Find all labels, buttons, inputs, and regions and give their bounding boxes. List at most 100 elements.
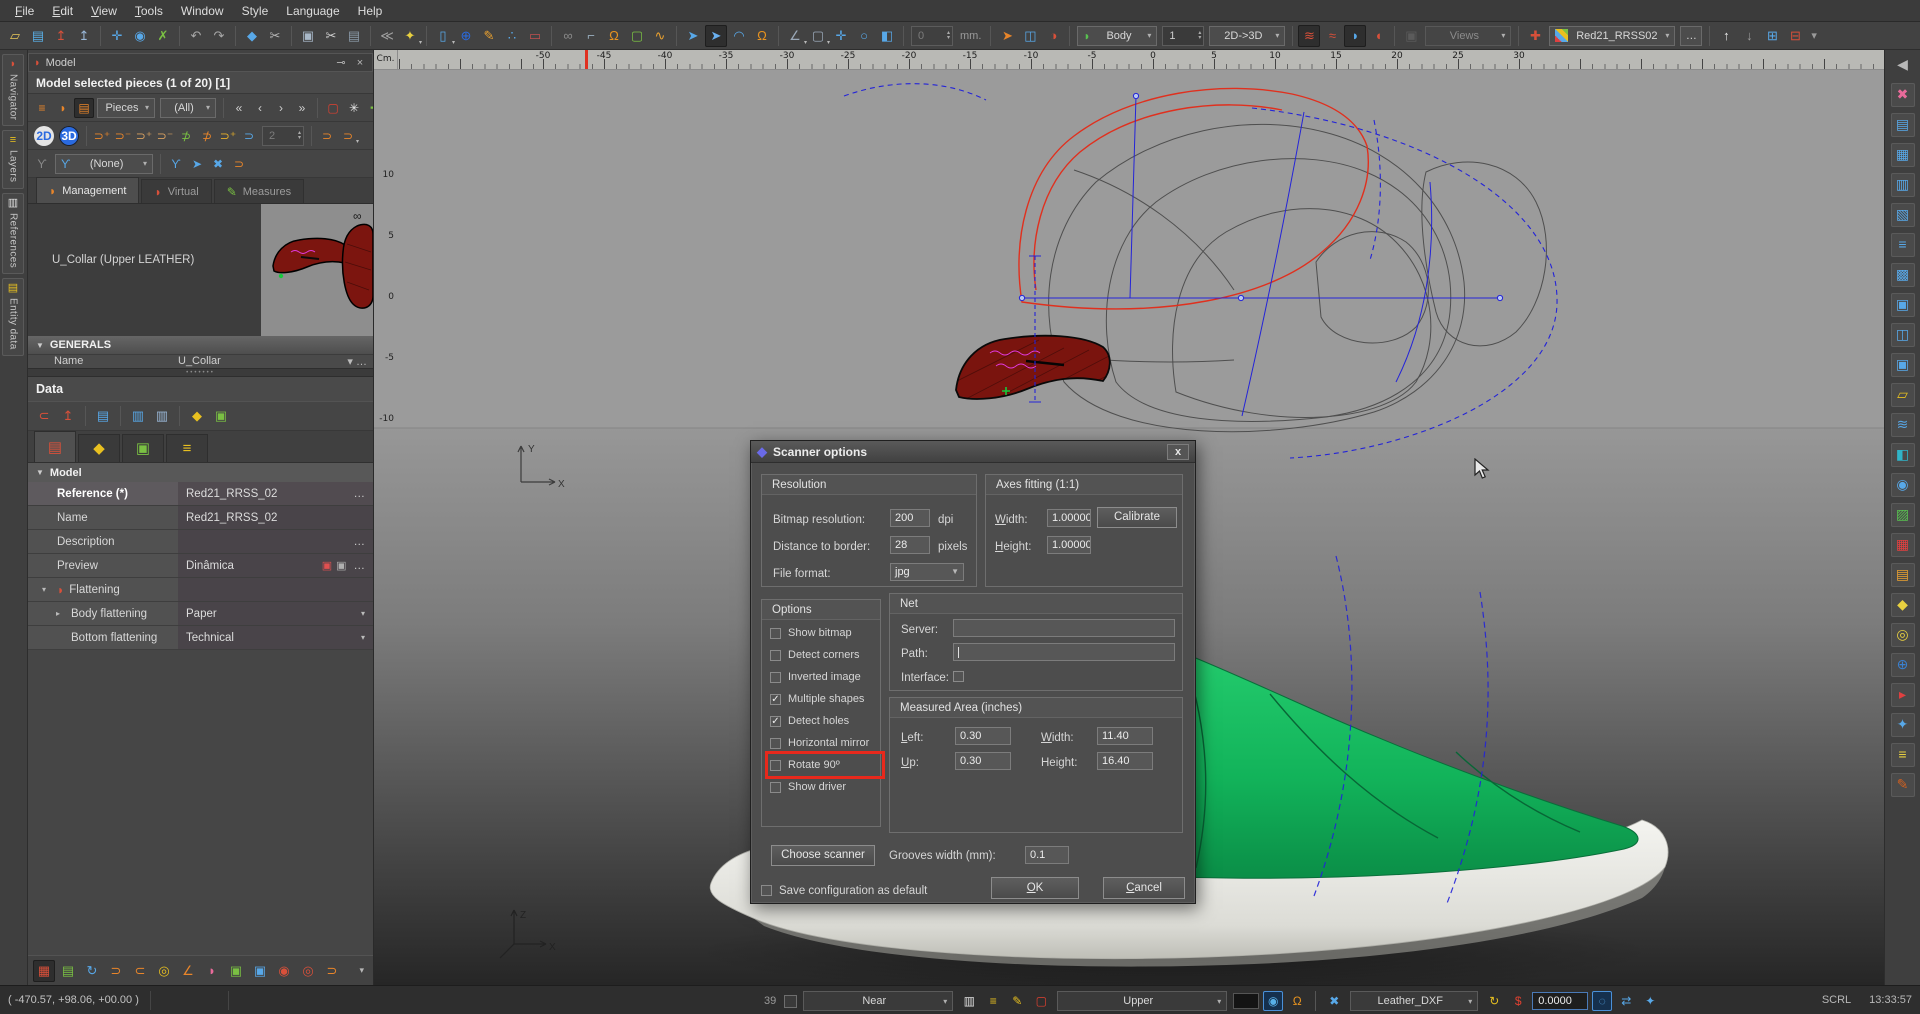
loop-icon[interactable]: ↻ <box>81 960 103 982</box>
tree-row-description[interactable]: Description… <box>28 530 373 554</box>
sidebar-tab-entity-data[interactable]: ▤Entity data <box>2 278 24 356</box>
select-pointer-icon[interactable]: ➤ <box>705 25 727 47</box>
preview-option-icon[interactable]: ▣ <box>322 559 332 572</box>
body-dropdown[interactable]: ◗Body▾ <box>1077 26 1157 46</box>
measured-width-input[interactable]: 11.40 <box>1097 727 1153 745</box>
panel-splitter[interactable]: ••••••• <box>28 368 373 377</box>
first-piece-icon[interactable]: « <box>229 98 249 118</box>
near-dropdown[interactable]: Near▾ <box>803 991 953 1011</box>
save-piece-cloud-icon[interactable]: ↥ <box>73 25 95 47</box>
upper-dropdown[interactable]: Upper▾ <box>1057 991 1227 1011</box>
marquee-options-icon[interactable]: ▢▾ <box>807 25 829 47</box>
ruler-add-icon[interactable]: ▯▾ <box>432 25 454 47</box>
duplicate-piece-icon[interactable]: ⊃⁺ <box>218 126 238 146</box>
tab-management[interactable]: ◗ Management <box>36 177 139 203</box>
dialog-close-button[interactable]: x <box>1167 444 1189 460</box>
piece-flip-icon[interactable]: ◑ <box>1042 25 1064 47</box>
lock-icon[interactable]: Ω <box>751 25 773 47</box>
save-icon[interactable]: ▤ <box>27 25 49 47</box>
snap-circle-icon[interactable]: ◌ <box>1592 991 1612 1011</box>
nodes-icon[interactable]: ∴ <box>501 25 523 47</box>
annotate-icon[interactable]: ✎ <box>1007 991 1027 1011</box>
measure-add-icon[interactable]: ▭ <box>524 25 546 47</box>
copy-icon[interactable]: ▣ <box>297 25 319 47</box>
layer2-tool-icon[interactable]: ≡ <box>1891 743 1915 767</box>
delete-tool-icon[interactable]: ▦ <box>1891 533 1915 557</box>
measure-tools-icon[interactable]: ✗ <box>152 25 174 47</box>
paste-up-icon[interactable]: ▥ <box>151 405 173 427</box>
checkbox-inverted-image[interactable]: Inverted image <box>770 668 880 686</box>
menu-file[interactable]: File <box>6 2 43 20</box>
expander-icon[interactable]: ▾ <box>42 585 52 594</box>
selection-box-icon[interactable]: ▢ <box>1031 991 1051 1011</box>
flatten-icon[interactable]: ≋ <box>1298 25 1320 47</box>
last-piece-icon[interactable]: » <box>292 98 312 118</box>
shoe-next-icon[interactable]: ⊃ <box>105 960 127 982</box>
refresh-pieces-icon[interactable]: ✚ <box>365 98 373 118</box>
panel-tool-icon[interactable]: ◫ <box>1891 323 1915 347</box>
pan-icon[interactable]: ✛ <box>106 25 128 47</box>
redo-icon[interactable]: ↷ <box>208 25 230 47</box>
sync-icon[interactable]: ↻ <box>1484 991 1504 1011</box>
calibrate-button[interactable]: Calibrate <box>1097 507 1177 528</box>
tab-measures[interactable]: ✎ Measures <box>214 179 304 203</box>
tree-row-reference-[interactable]: Reference (*)Red21_RRSS_02… <box>28 482 373 506</box>
grid-tool-icon[interactable]: ▥ <box>1891 173 1915 197</box>
swatch-tool-icon[interactable]: ◆ <box>1891 593 1915 617</box>
measured-height-input[interactable]: 16.40 <box>1097 752 1153 770</box>
offset-input[interactable]: 0.0000 <box>1532 992 1588 1010</box>
flatten-waves-icon[interactable]: ≈ <box>1321 25 1343 47</box>
tree-group-model[interactable]: ▼ Model <box>28 463 373 482</box>
checkbox-horizontal-mirror[interactable]: Horizontal mirror <box>770 734 880 752</box>
lamp-tool-icon[interactable]: ✦ <box>1891 713 1915 737</box>
axes-height-input[interactable]: 1.00000 <box>1047 536 1091 554</box>
new-light-icon[interactable]: ✦▾ <box>399 25 421 47</box>
wrench-tool-icon[interactable]: ✎ <box>1891 773 1915 797</box>
cancel-button[interactable]: Cancel <box>1103 877 1185 899</box>
capture-icon[interactable]: ▣ <box>1400 25 1422 47</box>
record-icon[interactable]: ◎ <box>297 960 319 982</box>
color-swatch[interactable] <box>1233 993 1259 1009</box>
operator-dropdown[interactable]: ϒ(None)▾ <box>55 154 153 174</box>
axes-width-input[interactable]: 1.00000 <box>1047 509 1091 527</box>
angle-icon[interactable]: ∠ <box>177 960 199 982</box>
more-button[interactable]: … <box>351 560 370 572</box>
tag-icon[interactable]: ◆ <box>186 405 208 427</box>
curve-add-icon[interactable]: ∿ <box>649 25 671 47</box>
add-operator-icon[interactable]: ϒ <box>32 154 52 174</box>
measured-left-input[interactable]: 0.30 <box>955 727 1011 745</box>
doc-check-icon[interactable]: ▤ <box>57 960 79 982</box>
circle-icon[interactable]: ○ <box>853 25 875 47</box>
flag-tool-icon[interactable]: ▸ <box>1891 683 1915 707</box>
checkbox-detect-holes[interactable]: ✓Detect holes <box>770 712 880 730</box>
pin-tool-icon[interactable]: ⊕ <box>1891 653 1915 677</box>
image2-icon[interactable]: ▣ <box>249 960 271 982</box>
fill-icon[interactable]: ◧ <box>876 25 898 47</box>
choose-scanner-button[interactable]: Choose scanner <box>771 845 875 866</box>
preview-option-icon[interactable]: ▣ <box>336 559 346 572</box>
add-piece-icon[interactable]: ⊃⁺ <box>92 126 112 146</box>
generals-section-header[interactable]: ▼ GENERALS <box>28 336 373 354</box>
bottombar-overflow[interactable]: ▾ <box>359 965 368 976</box>
new-style-icon[interactable]: ✚ <box>1524 25 1546 47</box>
import-model-icon[interactable]: ⊂ <box>33 405 55 427</box>
swap-icon[interactable]: ⇄ <box>1616 991 1636 1011</box>
zoom-selection-icon[interactable]: ▢ <box>323 98 343 118</box>
server-input[interactable] <box>953 619 1175 637</box>
pin-icon[interactable]: ⊸ <box>334 56 348 69</box>
bitmap-resolution-input[interactable]: 200 <box>890 509 930 527</box>
checkbox-show-driver[interactable]: Show driver <box>770 778 880 796</box>
frame-checkbox[interactable] <box>784 995 797 1008</box>
pointer-snap-icon[interactable]: ➤ <box>682 25 704 47</box>
photo-icon[interactable]: ▣ <box>210 405 232 427</box>
more-button[interactable]: … <box>351 488 370 500</box>
visibility-eye-icon[interactable]: ◉ <box>1263 991 1283 1011</box>
more-button[interactable]: … <box>351 536 370 548</box>
checkbox-multiple-shapes[interactable]: ✓Multiple shapes <box>770 690 880 708</box>
menu-view[interactable]: View <box>82 2 126 20</box>
piece-item-label[interactable]: U_Collar (Upper LEATHER) <box>28 204 261 336</box>
menu-help[interactable]: Help <box>349 2 392 20</box>
piece-icon[interactable]: ◗ <box>53 98 73 118</box>
path-input[interactable] <box>953 643 1175 661</box>
palette-remove-icon[interactable]: ⊟ <box>1784 25 1806 47</box>
